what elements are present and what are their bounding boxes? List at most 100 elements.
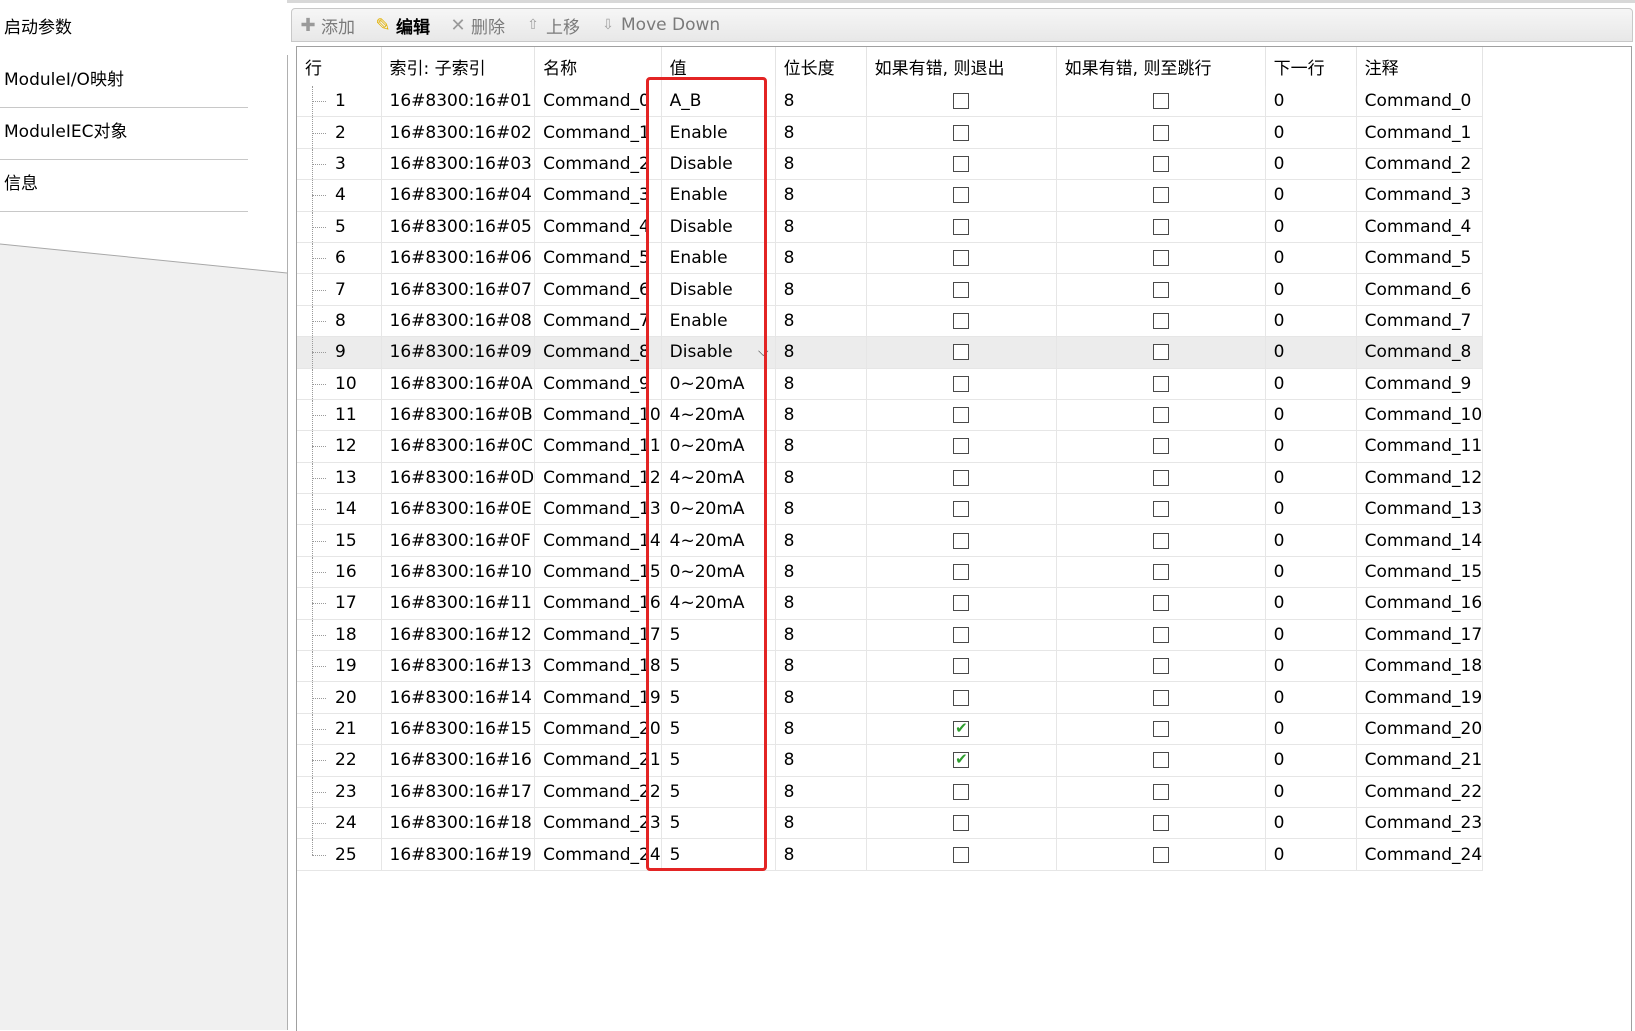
comment-cell[interactable]: Command_1 [1356, 116, 1484, 149]
bit-length-cell[interactable]: 8 [775, 587, 867, 620]
comment-cell[interactable]: Command_24 [1356, 838, 1484, 871]
index-cell[interactable]: 16#8300:16#12 [381, 619, 536, 652]
table-row[interactable]: 4 16#8300:16#04 Command_3 Enable 8 0 Command_3 [297, 179, 1484, 212]
next-line-cell[interactable]: 0 [1265, 493, 1357, 526]
value-cell[interactable]: 0~20mA [661, 368, 776, 400]
exit-on-error-checkbox[interactable] [953, 501, 970, 518]
value-cell[interactable]: 5 [661, 650, 776, 683]
index-cell[interactable]: 16#8300:16#15 [381, 713, 536, 746]
bit-length-cell[interactable]: 8 [775, 368, 867, 400]
jump-on-error-checkbox[interactable] [1152, 815, 1169, 832]
table-row[interactable]: 16 16#8300:16#10 Command_15 0~20mA 8 0 Command… [297, 556, 1484, 589]
table-row[interactable]: 3 16#8300:16#03 Command_2 Disable 8 0 Command_… [297, 148, 1484, 181]
index-cell[interactable]: 16#8300:16#0C [381, 430, 536, 463]
tab-information[interactable]: 信息 [2, 159, 274, 209]
comment-cell[interactable]: Command_19 [1356, 681, 1484, 714]
tab-startup-parameters[interactable]: 启动参数 [2, 3, 290, 55]
value-cell[interactable]: 0~20mA [661, 430, 776, 463]
index-cell[interactable]: 16#8300:16#0F [381, 524, 536, 557]
jump-on-error-checkbox[interactable] [1152, 564, 1169, 581]
comment-cell[interactable]: Command_0 [1356, 86, 1484, 118]
bit-length-cell[interactable]: 8 [775, 524, 867, 557]
next-line-cell[interactable]: 0 [1265, 179, 1357, 212]
comment-cell[interactable]: Command_23 [1356, 807, 1484, 840]
value-cell[interactable]: 5 [661, 713, 776, 746]
value-cell[interactable]: Enable [661, 305, 776, 338]
table-row[interactable]: 5 16#8300:16#05 Command_4 Disable 8 0 Command_… [297, 211, 1484, 243]
bit-length-cell[interactable]: 8 [775, 179, 867, 212]
comment-cell[interactable]: Command_15 [1356, 556, 1484, 589]
exit-on-error-checkbox[interactable] [953, 375, 970, 392]
comment-cell[interactable]: Command_10 [1356, 399, 1484, 432]
next-line-cell[interactable]: 0 [1265, 462, 1357, 495]
bit-length-cell[interactable]: 8 [775, 807, 867, 840]
value-cell[interactable]: 5 [661, 681, 776, 714]
table-row[interactable]: 17 16#8300:16#11 Command_16 4~20mA 8 0 Command… [297, 587, 1484, 620]
jump-on-error-checkbox[interactable] [1152, 721, 1169, 737]
jump-on-error-checkbox[interactable] [1152, 124, 1169, 141]
index-cell[interactable]: 16#8300:16#03 [381, 148, 536, 181]
jump-on-error-checkbox[interactable] [1152, 501, 1169, 518]
index-cell[interactable]: 16#8300:16#11 [381, 587, 536, 620]
comment-cell[interactable]: Command_7 [1356, 305, 1484, 338]
jump-on-error-checkbox[interactable] [1152, 218, 1169, 235]
exit-on-error-checkbox[interactable] [953, 815, 970, 832]
next-line-cell[interactable]: 0 [1265, 430, 1357, 463]
value-cell[interactable]: A_B [661, 86, 776, 118]
bit-length-cell[interactable]: 8 [775, 493, 867, 526]
jump-on-error-checkbox[interactable] [1152, 438, 1169, 455]
comment-cell[interactable]: Command_22 [1356, 776, 1484, 808]
jump-on-error-checkbox[interactable] [1152, 187, 1169, 204]
jump-on-error-checkbox[interactable] [1152, 658, 1169, 675]
name-cell[interactable]: Command_22 [534, 776, 662, 808]
table-row[interactable]: 2116#8300:16#15Command_20580Command_20 [297, 713, 1484, 746]
name-cell[interactable]: Command_17 [534, 619, 662, 652]
comment-cell[interactable]: Command_6 [1356, 273, 1484, 306]
comment-cell[interactable]: Command_3 [1356, 179, 1484, 212]
exit-on-error-checkbox[interactable] [953, 124, 970, 141]
name-cell[interactable]: Command_24 [534, 838, 662, 871]
value-cell[interactable]: Enable [661, 116, 776, 149]
bit-length-cell[interactable]: 8 [775, 211, 867, 243]
value-cell[interactable]: 5 [661, 838, 776, 871]
exit-on-error-checkbox[interactable] [953, 564, 970, 581]
name-cell[interactable]: Command_0 [534, 86, 662, 118]
tab-module-io-mapping[interactable]: ModuleI/O映射 [2, 55, 274, 105]
table-row[interactable]: 13 16#8300:16#0D Command_12 4~20mA 8 0 Command… [297, 462, 1484, 495]
jump-on-error-checkbox[interactable] [1152, 783, 1169, 800]
index-cell[interactable]: 16#8300:16#07 [381, 273, 536, 306]
name-cell[interactable]: Command_6 [534, 273, 662, 306]
value-cell[interactable]: Disable [661, 148, 776, 181]
jump-on-error-checkbox[interactable] [1152, 155, 1169, 172]
bit-length-cell[interactable]: 8 [775, 776, 867, 808]
table-row[interactable]: 1 16#8300:16#01 Command_0 A_B 8 0 Command_0 [297, 86, 1484, 118]
name-cell[interactable]: Command_16 [534, 587, 662, 620]
value-cell[interactable]: 5 [661, 776, 776, 808]
column-header-comment[interactable]: 注释 [1356, 47, 1484, 86]
name-cell[interactable]: Command_3 [534, 179, 662, 212]
next-line-cell[interactable]: 0 [1265, 86, 1357, 118]
value-cell[interactable]: Enable [661, 179, 776, 212]
name-cell[interactable]: Command_5 [534, 242, 662, 275]
comment-cell[interactable]: Command_9 [1356, 368, 1484, 400]
bit-length-cell[interactable]: 8 [775, 713, 867, 746]
comment-cell[interactable]: Command_2 [1356, 148, 1484, 181]
bit-length-cell[interactable]: 8 [775, 148, 867, 181]
next-line-cell[interactable]: 0 [1265, 807, 1357, 840]
next-line-cell[interactable]: 0 [1265, 211, 1357, 243]
table-row[interactable]: 18 16#8300:16#12 Command_17 5 8 0 Command_17 [297, 619, 1484, 652]
bit-length-cell[interactable]: 8 [775, 838, 867, 871]
column-header-name[interactable]: 名称 [534, 47, 662, 86]
exit-on-error-checkbox[interactable] [953, 689, 970, 706]
table-row[interactable]: 6 16#8300:16#06 Command_5 Enable 8 0 Command_5 [297, 242, 1484, 275]
next-line-cell[interactable]: 0 [1265, 273, 1357, 306]
exit-on-error-checkbox[interactable] [953, 783, 970, 800]
table-row[interactable]: 19 16#8300:16#13 Command_18 5 8 0 Command_18 [297, 650, 1484, 683]
index-cell[interactable]: 16#8300:16#08 [381, 305, 536, 338]
name-cell[interactable]: Command_21 [534, 744, 662, 777]
index-cell[interactable]: 16#8300:16#0D [381, 462, 536, 495]
index-cell[interactable]: 16#8300:16#19 [381, 838, 536, 871]
index-cell[interactable]: 16#8300:16#05 [381, 211, 536, 243]
add-button[interactable]: ✚ 添加 [292, 11, 361, 39]
comment-cell[interactable]: Command_17 [1356, 619, 1484, 652]
